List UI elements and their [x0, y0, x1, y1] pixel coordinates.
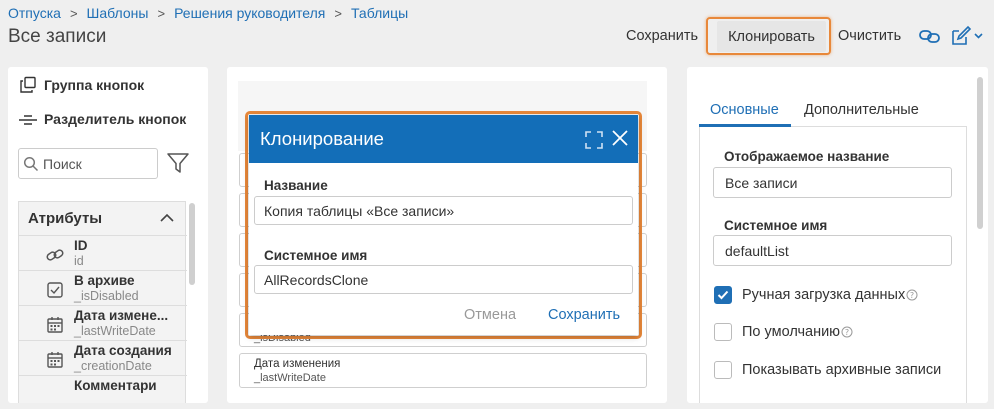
close-icon[interactable]	[611, 129, 629, 147]
display-name-input[interactable]	[713, 167, 952, 198]
search-icon	[23, 156, 39, 171]
breadcrumb-link-vacations[interactable]: Отпуска	[8, 5, 61, 21]
dialog-title: Клонирование	[260, 128, 384, 149]
search-field[interactable]	[18, 148, 158, 179]
show-archived-label: Показывать архивные записи	[742, 362, 942, 378]
canvas-field-title: Дата изменения	[254, 358, 341, 370]
clear-button[interactable]: Очистить	[838, 28, 901, 44]
page-title: Все записи	[8, 26, 107, 47]
svg-text:?: ?	[845, 328, 849, 337]
link-icon[interactable]	[918, 26, 942, 46]
breadcrumb: Отпуска > Шаблоны > Решения руководителя…	[8, 4, 408, 22]
default-checkbox[interactable]	[714, 323, 732, 341]
show-archived-checkbox[interactable]	[714, 361, 732, 379]
attribute-sys-name: _lastWriteDate	[74, 324, 156, 338]
attributes-panel: Атрибуты ID id В архиве _isDisabled Дата…	[18, 201, 187, 403]
left-panel: Группа кнопок Разделитель кнопок Атрибут…	[8, 67, 208, 403]
tool-button-separator[interactable]: Разделитель кнопок	[18, 110, 186, 128]
chevron-right-icon: >	[69, 5, 78, 21]
attributes-scrollbar[interactable]	[189, 203, 195, 285]
attribute-name: ID	[74, 238, 88, 253]
breadcrumb-link-tables[interactable]: Таблицы	[351, 5, 408, 21]
attribute-item[interactable]: Дата создания _creationDate	[19, 341, 187, 376]
chevron-right-icon: >	[334, 5, 342, 21]
attribute-item[interactable]: ID id	[19, 236, 187, 271]
system-name-label: Системное имя	[724, 218, 828, 233]
tool-button-group-label: Группа кнопок	[44, 77, 145, 93]
clone-dialog: Клонирование Название Системное имя Отме…	[249, 115, 638, 335]
attribute-sys-name: _creationDate	[74, 359, 152, 373]
attribute-name: Дата измене...	[74, 308, 169, 323]
attribute-item[interactable]: Комментари	[19, 376, 187, 403]
canvas-field-sys-name: _lastWriteDate	[254, 372, 326, 384]
breadcrumb-link-templates[interactable]: Шаблоны	[87, 5, 149, 21]
checkbox-icon	[47, 282, 63, 298]
tool-button-separator-label: Разделитель кнопок	[44, 111, 187, 127]
checkmark-icon	[717, 290, 729, 300]
calendar-icon	[47, 317, 63, 333]
manual-load-option[interactable]: Ручная загрузка данных ?	[714, 285, 918, 305]
svg-text:?: ?	[910, 291, 914, 300]
canvas-field-box[interactable]: Дата изменения _lastWriteDate	[239, 353, 647, 388]
default-option[interactable]: По умолчанию ?	[714, 322, 853, 342]
attribute-name: Дата создания	[74, 343, 172, 358]
default-label: По умолчанию	[742, 324, 841, 340]
dialog-save-button[interactable]: Сохранить	[548, 307, 620, 323]
clone-button-label: Клонировать	[728, 28, 815, 45]
tab-extra[interactable]: Дополнительные	[804, 102, 919, 118]
help-icon[interactable]: ?	[906, 289, 918, 301]
display-name-label: Отображаемое название	[724, 149, 890, 164]
save-button[interactable]: Сохранить	[626, 28, 698, 44]
separator-icon	[18, 110, 38, 128]
properties-panel: Основные Дополнительные Отображаемое наз…	[687, 67, 988, 403]
filter-icon[interactable]	[166, 152, 190, 174]
calendar-icon	[47, 352, 63, 368]
sysname-label: Системное имя	[264, 248, 368, 263]
clone-button[interactable]: Клонировать	[717, 21, 826, 52]
search-input[interactable]	[39, 155, 149, 172]
tool-button-group[interactable]: Группа кнопок	[18, 76, 144, 94]
link-icon	[46, 249, 64, 261]
attribute-name: Комментари	[74, 378, 157, 393]
breadcrumb-link-manager-decisions[interactable]: Решения руководителя	[174, 5, 325, 21]
manual-load-checkbox[interactable]	[714, 286, 732, 304]
name-input[interactable]	[254, 196, 633, 225]
attribute-sys-name: id	[74, 254, 84, 268]
system-name-input[interactable]	[713, 235, 952, 266]
attribute-name: В архиве	[74, 273, 135, 288]
attribute-item[interactable]: В архиве _isDisabled	[19, 271, 187, 306]
help-icon[interactable]: ?	[841, 326, 853, 338]
manual-load-label: Ручная загрузка данных	[742, 287, 906, 303]
button-group-icon	[18, 76, 38, 94]
expand-icon[interactable]	[585, 131, 603, 149]
edit-menu-icon[interactable]	[950, 25, 984, 47]
attribute-sys-name: _isDisabled	[74, 289, 139, 303]
name-label: Название	[264, 178, 328, 193]
chevron-up-icon[interactable]	[159, 211, 175, 225]
show-archived-option[interactable]: Показывать архивные записи	[714, 360, 941, 380]
chevron-right-icon: >	[157, 5, 166, 21]
properties-scrollbar[interactable]	[977, 77, 983, 229]
cancel-button[interactable]: Отмена	[464, 307, 516, 323]
attributes-header-label: Атрибуты	[28, 210, 103, 227]
tab-main[interactable]: Основные	[710, 102, 779, 118]
attributes-header[interactable]: Атрибуты	[19, 202, 187, 236]
attribute-item[interactable]: Дата измене... _lastWriteDate	[19, 306, 187, 341]
dialog-header: Клонирование	[249, 115, 638, 163]
sysname-input[interactable]	[254, 265, 633, 294]
